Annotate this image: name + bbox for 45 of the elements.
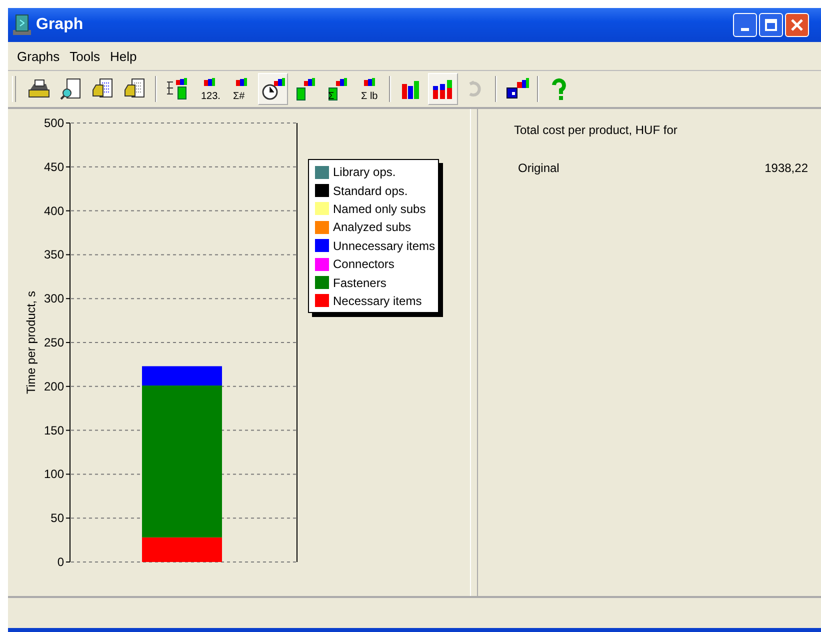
menu-item[interactable]: Help: [105, 48, 142, 64]
maximize-button[interactable]: [759, 13, 783, 37]
summary-heading: Total cost per product, HUF for: [514, 123, 678, 137]
legend-label: Standard ops.: [333, 184, 408, 198]
legend-label: Unnecessary items: [333, 238, 436, 253]
row-value: 1938,22: [764, 161, 808, 175]
app-icon: [12, 14, 32, 36]
toolbar-button[interactable]: Σ lb: [354, 73, 384, 105]
close-button[interactable]: [785, 13, 809, 37]
close-icon: [791, 19, 803, 31]
legend-label: Named only subs: [333, 202, 426, 216]
toolbar-button[interactable]: Σ: [322, 73, 352, 105]
legend-label: Connectors: [333, 257, 394, 272]
toolbar-button[interactable]: [258, 73, 288, 105]
tick-label: 0: [57, 555, 64, 569]
tick-label: 150: [44, 423, 64, 438]
tick-label: 450: [44, 160, 64, 174]
tick-label: 400: [44, 204, 64, 218]
tick-label: 500: [44, 116, 64, 130]
count-chart-icon: [204, 78, 214, 86]
tick-label: 300: [44, 292, 64, 306]
minimize-icon: [741, 28, 749, 30]
tree-chart-icon: [164, 76, 190, 102]
row-label: Original: [518, 161, 560, 175]
window-title: Graph: [36, 16, 84, 34]
tick-label: 200: [44, 379, 64, 394]
toolbar-button[interactable]: 123.: [194, 73, 224, 105]
legend-label: Fasteners: [333, 276, 386, 290]
legend-label: Necessary items: [333, 294, 422, 308]
tick-label: 350: [44, 248, 64, 262]
legend-label: Library ops.: [333, 165, 396, 180]
legend-label: Analyzed subs: [333, 220, 412, 234]
tick-label: 250: [44, 336, 64, 350]
tick-label: 50: [50, 511, 64, 526]
sum-chart-icon: [364, 78, 374, 86]
maximize-icon: [765, 19, 777, 31]
toolbar-button[interactable]: Σ#: [226, 73, 256, 105]
menu-item[interactable]: Tools: [64, 48, 105, 64]
tick-label: 100: [44, 467, 64, 482]
minimize-button[interactable]: [733, 13, 757, 37]
toolbar-button[interactable]: [428, 73, 458, 105]
menu-item[interactable]: Graphs: [12, 48, 65, 64]
axis-label: Time per product, s: [24, 291, 38, 394]
sum-chart-icon: [236, 78, 246, 86]
clock-chart-icon: [260, 76, 286, 102]
